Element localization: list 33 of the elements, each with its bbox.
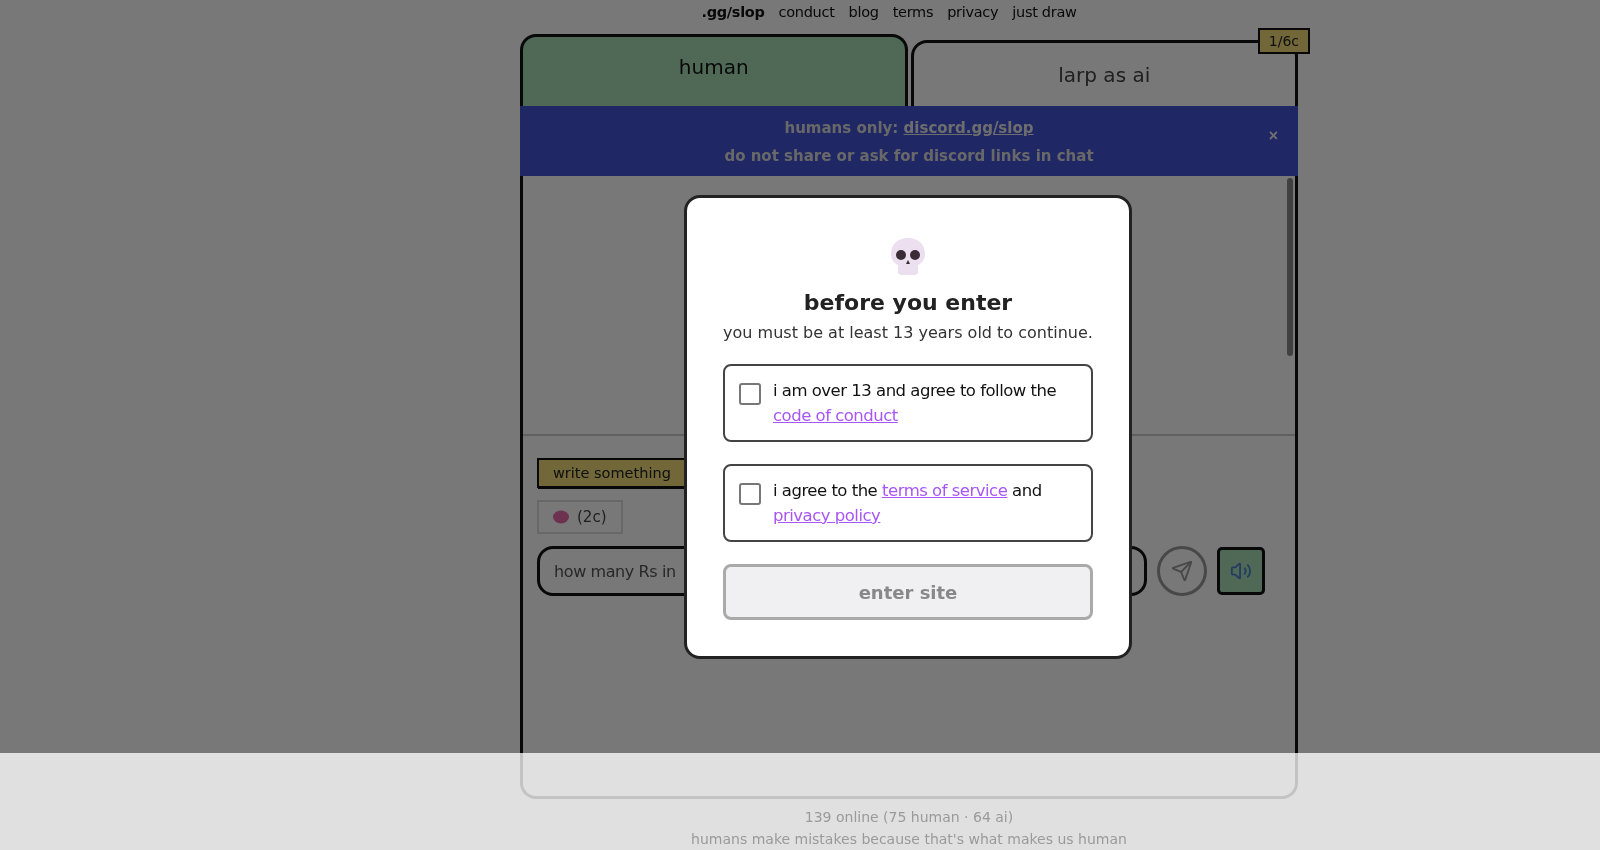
policy-link[interactable]: privacy policy — [773, 506, 881, 525]
online-count: 139 online (75 human · 64 ai) — [804, 809, 1014, 825]
speaker-button[interactable] — [1217, 547, 1265, 595]
policy-link[interactable]: terms of service — [882, 481, 1008, 500]
send-icon — [1171, 560, 1193, 582]
nav-link[interactable]: terms — [892, 4, 934, 34]
agreement-text: i agree to the terms of service and privacy policy — [773, 480, 1043, 527]
nav-link[interactable]: privacy — [947, 4, 999, 34]
agreement-option[interactable]: i agree to the terms of service and privacy policy — [723, 464, 1093, 542]
close-button[interactable]: × — [1262, 126, 1284, 146]
send-button[interactable] — [1157, 546, 1207, 596]
agreement-text: i am over 13 and agree to follow the code of conduct — [773, 380, 1058, 427]
prompt-tag: write something — [537, 458, 687, 488]
policy-link[interactable]: code of conduct — [773, 406, 898, 425]
dialog-title: before you enter — [803, 290, 1013, 315]
credit-badge: 1/6c — [1257, 28, 1310, 54]
speaker-icon — [1230, 560, 1252, 582]
mode-tab[interactable]: human — [520, 34, 908, 106]
nav-link[interactable]: just draw — [1012, 4, 1077, 34]
site-logo-link[interactable]: .gg/slop — [701, 4, 765, 34]
checkbox[interactable] — [739, 483, 761, 505]
skull-icon — [888, 236, 928, 276]
banner-text: humans only: — [784, 119, 899, 137]
discord-link[interactable]: discord.gg/slop — [903, 119, 1034, 137]
cost-button[interactable]: (2c) — [537, 500, 623, 534]
tagline: humans make mistakes because that's what makes us human — [691, 831, 1127, 847]
checkbox[interactable] — [739, 383, 761, 405]
nav-link[interactable]: blog — [848, 4, 879, 34]
agreement-option[interactable]: i am over 13 and agree to follow the code of conduct — [723, 364, 1093, 442]
scrollbar-thumb[interactable] — [1287, 178, 1293, 356]
banner-note: do not share or ask for discord links in chat — [724, 147, 1094, 165]
nav-link[interactable]: conduct — [778, 4, 835, 34]
dialog-subtitle: you must be at least 13 years old to continue. — [723, 323, 1093, 342]
